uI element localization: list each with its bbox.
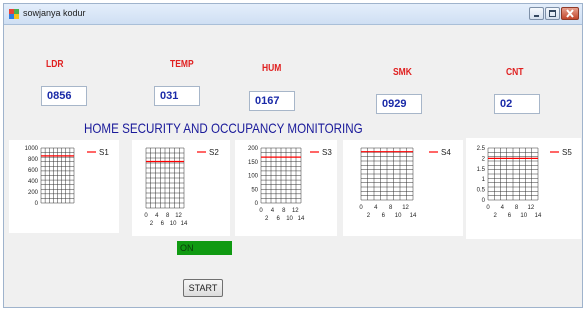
hum-chart: 200 150 100 50 0 0 2 4 6 8 10 12 14 S3 bbox=[235, 140, 337, 236]
x-tick-label: 12 bbox=[175, 213, 182, 219]
x-tick-label: 12 bbox=[402, 205, 409, 211]
temp-chart: 0 2 4 6 8 10 12 14 S2 bbox=[132, 140, 230, 236]
y-tick-label: 150 bbox=[248, 160, 259, 166]
legend-label: S2 bbox=[209, 148, 219, 157]
x-tick-label: 2 bbox=[493, 213, 497, 219]
x-tick-label: 14 bbox=[298, 216, 305, 222]
minimize-icon bbox=[534, 15, 539, 17]
x-tick-label: 10 bbox=[395, 213, 402, 219]
x-tick-label: 4 bbox=[374, 205, 378, 211]
x-tick-label: 0 bbox=[359, 205, 363, 211]
cnt-chart: 2.5 2 1.5 1 0.5 0 0 2 4 6 8 10 12 14 S5 bbox=[466, 138, 581, 239]
minimize-button[interactable] bbox=[529, 7, 544, 20]
smk-chart-plot: 02468101214 S4 bbox=[359, 147, 451, 219]
y-tick-label: 0 bbox=[482, 198, 486, 204]
temp-value-field[interactable]: 031 bbox=[154, 86, 200, 106]
maximize-icon bbox=[549, 10, 556, 17]
close-icon bbox=[566, 9, 574, 18]
cnt-chart-plot: 2.521.510.5002468101214S5 bbox=[477, 146, 573, 219]
x-tick-label: 8 bbox=[515, 205, 519, 211]
x-tick-label: 0 bbox=[259, 208, 263, 214]
x-tick-label: 8 bbox=[282, 208, 286, 214]
ldr-label: LDR bbox=[46, 59, 64, 70]
y-tick-label: 0 bbox=[35, 201, 39, 207]
y-tick-label: 100 bbox=[248, 174, 259, 180]
legend-label: S1 bbox=[99, 148, 109, 157]
y-tick-label: 2.5 bbox=[477, 146, 486, 152]
ldr-chart-plot: 1000 800 600 400 200 0 S1 bbox=[25, 146, 110, 207]
y-tick-label: 1.5 bbox=[477, 167, 486, 173]
x-tick-label: 10 bbox=[170, 221, 177, 227]
y-tick-label: 0.5 bbox=[477, 188, 486, 194]
legend-label: S3 bbox=[322, 148, 332, 157]
x-tick-label: 12 bbox=[528, 205, 535, 211]
status-indicator: ON bbox=[177, 241, 232, 255]
legend-label: S4 bbox=[441, 148, 451, 157]
y-tick-label: 0 bbox=[255, 201, 259, 207]
y-tick-label: 400 bbox=[28, 179, 39, 185]
y-tick-label: 200 bbox=[28, 190, 39, 196]
app-icon bbox=[9, 9, 19, 19]
page-heading: HOME SECURITY AND OCCUPANCY MONITORING bbox=[84, 120, 363, 136]
smk-value-field[interactable]: 0929 bbox=[376, 94, 422, 114]
cnt-label: CNT bbox=[506, 67, 524, 78]
y-tick-label: 2 bbox=[482, 156, 486, 162]
app-window: sowjanya kodur LDR TEMP HUM SMK CNT 0856… bbox=[3, 3, 583, 308]
x-tick-label: 4 bbox=[501, 205, 505, 211]
x-tick-label: 14 bbox=[535, 213, 542, 219]
temp-label: TEMP bbox=[170, 59, 194, 70]
y-tick-label: 50 bbox=[251, 187, 258, 193]
temp-chart-plot: 0246810 12 14 S2 bbox=[144, 147, 219, 227]
close-button[interactable] bbox=[561, 7, 579, 20]
start-button[interactable]: START bbox=[183, 279, 223, 297]
smk-label: SMK bbox=[393, 67, 412, 78]
cnt-value-field[interactable]: 02 bbox=[494, 94, 540, 114]
y-tick-label: 600 bbox=[28, 168, 39, 174]
ldr-chart: 1000 800 600 400 200 0 S1 bbox=[9, 140, 119, 233]
window-title: sowjanya kodur bbox=[23, 8, 86, 18]
legend-label: S5 bbox=[562, 148, 572, 157]
x-tick-label: 14 bbox=[181, 221, 188, 227]
x-tick-label: 14 bbox=[410, 213, 417, 219]
x-tick-label: 2 bbox=[367, 213, 371, 219]
x-tick-label: 6 bbox=[161, 221, 165, 227]
x-tick-label: 6 bbox=[276, 216, 280, 222]
x-tick-label: 2 bbox=[150, 221, 154, 227]
x-tick-label: 8 bbox=[166, 213, 170, 219]
smk-chart: 0 2 4 6 8 10 12 14 S4 bbox=[343, 140, 463, 236]
x-tick-label: 6 bbox=[508, 213, 512, 219]
x-tick-label: 10 bbox=[520, 213, 527, 219]
title-bar[interactable]: sowjanya kodur bbox=[4, 4, 582, 25]
x-tick-label: 8 bbox=[389, 205, 393, 211]
y-tick-label: 1 bbox=[482, 177, 486, 183]
hum-value-field[interactable]: 0167 bbox=[249, 91, 295, 111]
x-tick-label: 0 bbox=[144, 213, 148, 219]
y-tick-label: 1000 bbox=[25, 146, 39, 152]
x-tick-label: 10 bbox=[286, 216, 293, 222]
x-tick-label: 4 bbox=[271, 208, 275, 214]
x-tick-label: 4 bbox=[155, 213, 159, 219]
x-tick-label: 12 bbox=[292, 208, 299, 214]
x-tick-label: 0 bbox=[486, 205, 490, 211]
maximize-button[interactable] bbox=[545, 7, 560, 20]
hum-label: HUM bbox=[262, 63, 282, 74]
y-tick-label: 200 bbox=[248, 146, 259, 152]
ldr-value-field[interactable]: 0856 bbox=[41, 86, 87, 106]
x-tick-label: 6 bbox=[382, 213, 386, 219]
y-tick-label: 800 bbox=[28, 157, 39, 163]
x-tick-label: 2 bbox=[265, 216, 269, 222]
hum-chart-plot: 20015010050002468101214S3 bbox=[248, 146, 332, 222]
